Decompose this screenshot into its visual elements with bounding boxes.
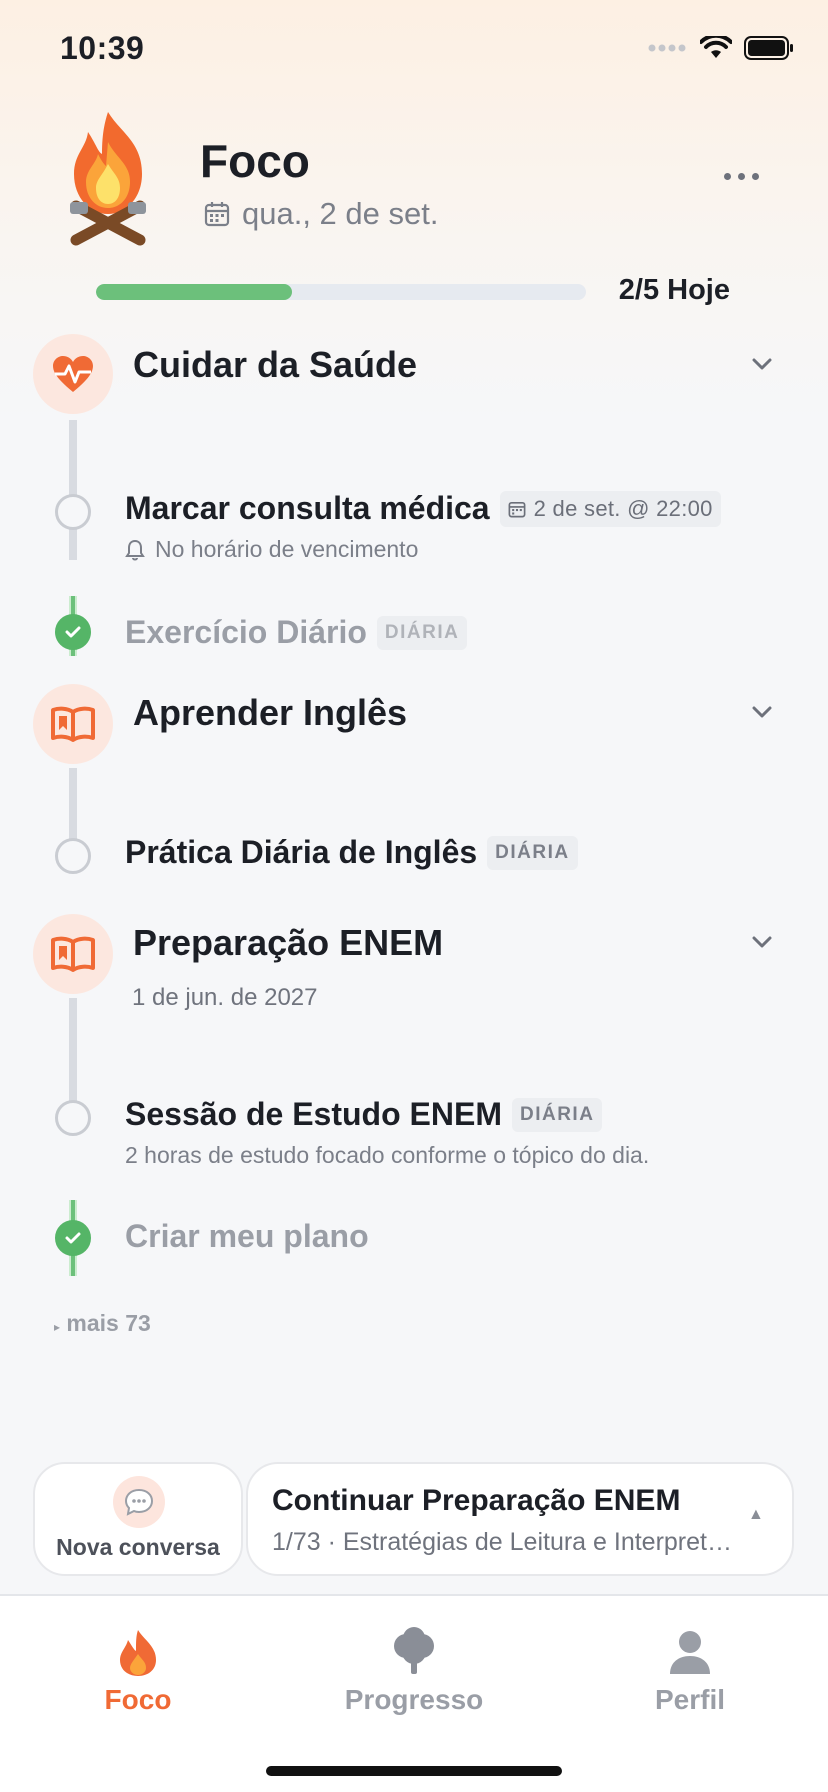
tab-bar: Foco Progresso Perfil	[0, 1594, 828, 1792]
header-date-text: qua., 2 de set.	[242, 196, 439, 231]
daily-progress-fill	[96, 284, 292, 300]
campfire-streak-icon	[70, 112, 146, 246]
checkmark-icon	[65, 1232, 81, 1244]
new-chat-label: Nova conversa	[56, 1534, 220, 1560]
goal-title: Aprender Inglês	[133, 692, 408, 733]
calendar-icon	[508, 501, 526, 517]
tab-progresso[interactable]: Progresso	[324, 1626, 504, 1716]
wifi-icon	[700, 36, 732, 58]
status-icons	[648, 36, 794, 60]
show-more-text: mais 73	[66, 1310, 151, 1336]
more-options-button[interactable]	[710, 156, 772, 196]
home-indicator	[266, 1766, 562, 1776]
status-bar: 10:39	[0, 0, 828, 100]
daily-badge: DIÁRIA	[487, 835, 578, 870]
task-title-text: Criar meu plano	[125, 1218, 369, 1254]
task-checkbox[interactable]	[55, 494, 91, 530]
heart-pulse-icon	[33, 334, 113, 414]
header-date: qua., 2 de set.	[204, 196, 438, 232]
task-checkbox[interactable]	[55, 1100, 91, 1136]
new-chat-button[interactable]: Nova conversa	[33, 1462, 243, 1576]
tab-label: Progresso	[344, 1684, 484, 1715]
goal-title: Cuidar da Saúde	[133, 344, 418, 385]
task-title-text: Exercício Diário	[125, 614, 367, 650]
checkmark-icon	[65, 626, 81, 638]
task-title[interactable]: Criar meu plano	[125, 1218, 369, 1255]
timeline-line	[69, 768, 77, 848]
daily-progress-label: 2/5 Hoje	[618, 274, 730, 306]
task-title[interactable]: Prática Diária de Inglês DIÁRIA	[125, 834, 578, 871]
header: Foco qua., 2 de set. 2/5 Hoje	[0, 100, 828, 320]
caret-up-icon[interactable]: ▲	[748, 1506, 764, 1524]
task-checkbox-done[interactable]	[55, 1220, 91, 1256]
show-more-link[interactable]: ▸ mais 73	[54, 1310, 151, 1337]
task-title[interactable]: Sessão de Estudo ENEM DIÁRIA	[125, 1096, 603, 1133]
task-title-text: Prática Diária de Inglês	[125, 834, 478, 870]
signal-icon	[648, 44, 686, 52]
task-description: 2 horas de estudo focado conforme o tópi…	[125, 1142, 650, 1168]
book-open-icon	[33, 684, 113, 764]
goal-deadline: 1 de jun. de 2027	[132, 984, 318, 1011]
task-checkbox-done[interactable]	[55, 614, 91, 650]
bottom-action-cards: Nova conversa Continuar Preparação ENEM …	[0, 1462, 828, 1576]
task-title-text: Marcar consulta médica	[125, 490, 490, 526]
calendar-icon	[204, 202, 230, 227]
bell-icon	[125, 539, 145, 560]
daily-badge: DIÁRIA	[511, 1097, 603, 1132]
tab-label: Foco	[104, 1684, 172, 1715]
chat-bubble-icon	[113, 1476, 165, 1528]
task-checkbox[interactable]	[55, 838, 91, 874]
continue-title: Continuar Preparação ENEM	[272, 1484, 681, 1517]
tab-perfil[interactable]: Perfil	[600, 1626, 780, 1716]
chevron-down-icon[interactable]	[748, 350, 776, 378]
due-date-text: 2 de set. @ 22:00	[533, 495, 713, 521]
task-reminder: No horário de vencimento	[125, 536, 418, 563]
tab-foco[interactable]: Foco	[48, 1626, 228, 1716]
task-title[interactable]: Marcar consulta médica 2 de set. @ 22:00	[125, 490, 721, 527]
task-reminder-text: No horário de vencimento	[155, 536, 419, 562]
continue-subtitle: 1/73 · Estratégias de Leitura e Interpre…	[272, 1528, 732, 1556]
timeline-line	[69, 420, 77, 560]
task-title[interactable]: Exercício Diário DIÁRIA	[125, 614, 468, 651]
tree-icon	[394, 1627, 434, 1674]
book-open-icon	[33, 914, 113, 994]
continue-plan-card[interactable]: Continuar Preparação ENEM 1/73 · Estraté…	[246, 1462, 794, 1576]
chevron-down-icon[interactable]	[748, 928, 776, 956]
task-title-text: Sessão de Estudo ENEM	[125, 1096, 502, 1132]
page-title: Foco	[200, 135, 310, 187]
flame-icon	[120, 1630, 156, 1676]
due-date-chip: 2 de set. @ 22:00	[499, 490, 721, 527]
battery-icon	[744, 36, 793, 60]
person-icon	[670, 1631, 710, 1674]
chevron-down-icon[interactable]	[748, 698, 776, 726]
caret-right-icon: ▸	[54, 1320, 61, 1334]
tab-label: Perfil	[654, 1684, 726, 1715]
goal-title: Preparação ENEM	[133, 922, 444, 963]
daily-badge: DIÁRIA	[376, 615, 468, 650]
daily-progress-bar	[96, 284, 586, 300]
status-time: 10:39	[60, 30, 145, 66]
